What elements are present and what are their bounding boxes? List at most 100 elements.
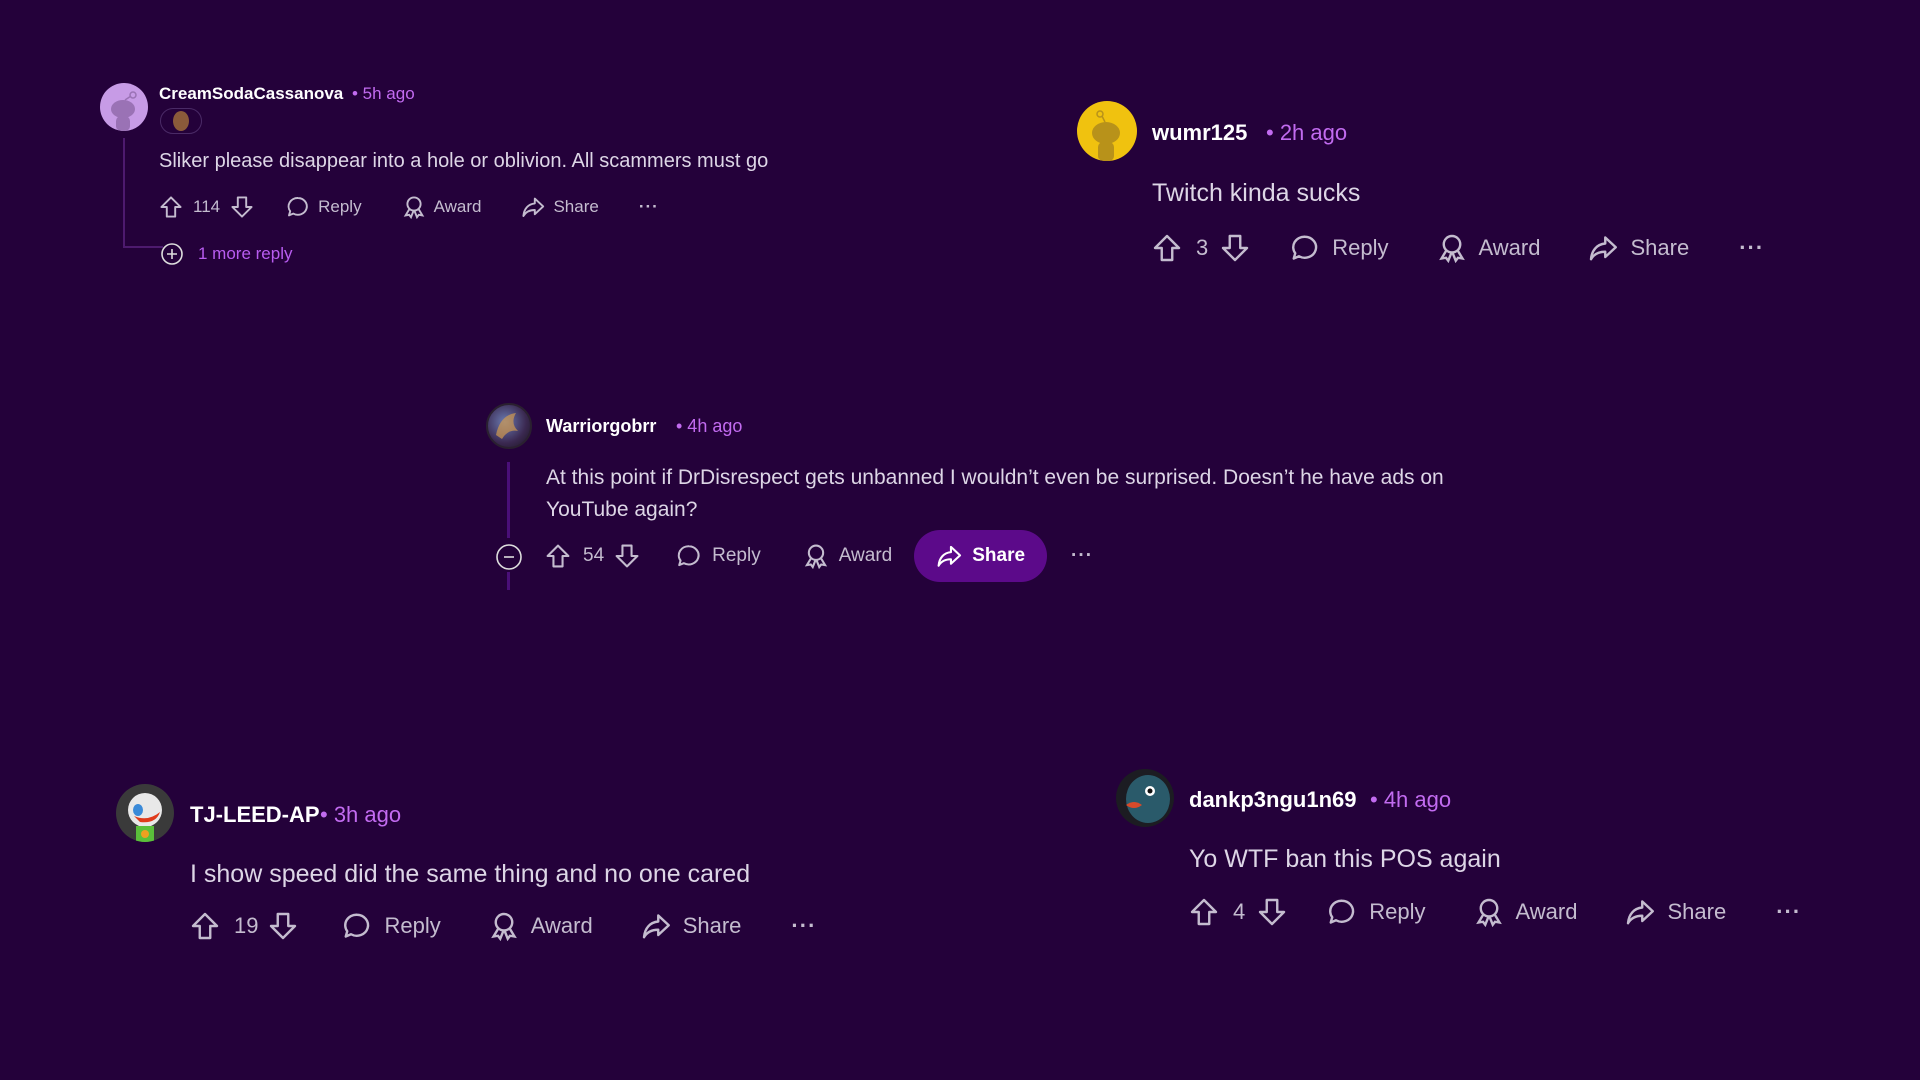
award-label: Award [1515,899,1578,924]
expand-plus-icon [161,243,183,265]
award-button[interactable]: Award [489,911,593,941]
share-button[interactable]: Share [1588,233,1689,263]
downvote-button[interactable] [230,195,254,219]
username[interactable]: wumr125 [1152,120,1247,146]
upvote-button[interactable] [159,195,183,219]
award-button[interactable]: Award [402,195,482,219]
downvote-button[interactable] [614,543,640,569]
vote-count: 54 [583,545,605,566]
downvote-button[interactable] [1257,897,1287,927]
award-label: Award [530,913,593,938]
snoo-icon [1092,110,1120,161]
share-button[interactable]: Share [1625,897,1726,927]
more-options-button[interactable]: ··· [791,913,816,939]
username[interactable]: CreamSodaCassanova [159,84,343,104]
share-button[interactable]: Share [914,530,1048,582]
username[interactable]: Warriorgobrr [546,416,656,437]
warrior-icon [496,413,518,439]
thread-line[interactable] [123,138,125,248]
downvote-icon [230,195,254,219]
more-options-button[interactable]: ··· [1071,545,1093,567]
award-button[interactable]: Award [1474,897,1578,927]
action-bar: 19 Reply Award Share ··· [190,911,816,941]
username[interactable]: dankp3ngu1n69 [1189,787,1356,813]
more-options-button[interactable]: ··· [639,197,659,217]
reply-icon [286,195,310,219]
more-options-button[interactable]: ··· [1739,235,1764,261]
vote-count: 19 [234,913,259,938]
reply-label: Reply [1369,899,1426,924]
downvote-icon [614,543,640,569]
reply-icon [676,543,702,569]
upvote-button[interactable] [1189,897,1219,927]
upvote-button[interactable] [545,543,571,569]
award-icon [489,911,519,941]
upvote-icon [1189,897,1219,927]
reply-button[interactable]: Reply [1327,897,1426,927]
thread-line-lower[interactable] [507,572,510,590]
comment-text-line-2: YouTube again? [546,498,698,521]
avatar[interactable] [116,784,174,842]
upvote-icon [190,911,220,941]
share-icon [1588,233,1618,263]
reply-label: Reply [1332,235,1389,260]
penguin-icon [1126,775,1170,823]
award-label: Award [1478,235,1541,260]
award-button[interactable]: Award [1437,233,1541,263]
more-replies-label: 1 more reply [198,244,293,263]
collapse-minus-icon [496,544,522,570]
collapse-thread-button[interactable] [495,543,523,571]
share-label: Share [972,545,1026,566]
share-label: Share [682,913,742,938]
award-icon [803,543,829,569]
comment-text: Sliker please disappear into a hole or o… [159,150,769,172]
avatar[interactable] [1116,769,1174,827]
thread-line[interactable] [507,462,510,538]
share-button[interactable]: Share [521,195,599,219]
thread-line-branch [123,246,163,248]
vote-count: 3 [1196,235,1209,260]
comment-text: Twitch kinda sucks [1152,179,1361,207]
reply-button[interactable]: Reply [286,195,362,219]
upvote-icon [545,543,571,569]
reply-button[interactable]: Reply [342,911,441,941]
reply-button[interactable]: Reply [676,543,761,569]
more-options-button[interactable]: ··· [1776,899,1801,925]
award-label: Award [433,197,482,216]
share-icon [641,911,671,941]
upvote-icon [1152,233,1182,263]
upvote-button[interactable] [1152,233,1182,263]
username[interactable]: TJ-LEED-AP [190,802,320,828]
avatar[interactable] [1077,101,1137,161]
flair-face-icon [173,111,189,131]
upvote-button[interactable] [190,911,220,941]
action-bar: 4 Reply Award Share ··· [1189,897,1801,927]
reply-label: Reply [384,913,441,938]
reply-button[interactable]: Reply [1290,233,1389,263]
downvote-button[interactable] [268,911,298,941]
timestamp[interactable]: • 5h ago [352,84,415,104]
astronaut-duck-icon [128,793,162,842]
reply-icon [1290,233,1320,263]
share-icon [936,543,962,569]
action-bar: 114 Reply Award Share ··· [159,195,659,219]
vote-count: 114 [193,197,221,216]
avatar[interactable] [100,83,148,131]
timestamp[interactable]: • 3h ago [320,802,401,828]
vote-count: 4 [1233,899,1246,924]
award-button[interactable]: Award [803,543,892,569]
downvote-button[interactable] [1220,233,1250,263]
reply-icon [342,911,372,941]
timestamp[interactable]: • 2h ago [1266,120,1347,146]
timestamp[interactable]: • 4h ago [1370,787,1451,813]
timestamp[interactable]: • 4h ago [676,416,742,437]
avatar[interactable] [486,403,532,449]
share-label: Share [1667,899,1727,924]
more-replies-link[interactable]: 1 more reply [160,242,292,266]
action-bar: 3 Reply Award Share ··· [1152,233,1764,263]
award-icon [1474,897,1504,927]
action-bar: 54 Reply Award Share ··· [545,530,1093,582]
comment-text-line-1: At this point if DrDisrespect gets unban… [546,466,1444,489]
user-flair [160,108,202,134]
share-button[interactable]: Share [641,911,742,941]
